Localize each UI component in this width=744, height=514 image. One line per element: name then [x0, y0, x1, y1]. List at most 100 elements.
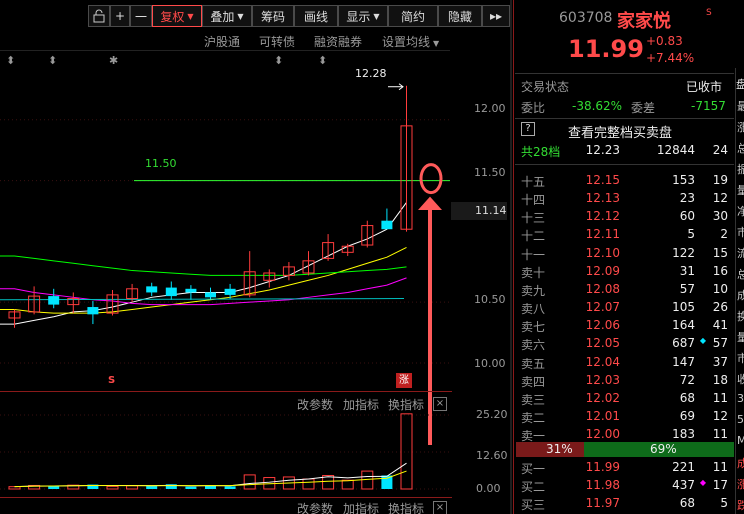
- bid-level-label: 买一: [521, 462, 546, 476]
- side-clip-item: 成: [737, 457, 744, 470]
- side-clip-item: 涨: [737, 121, 744, 134]
- ask-price: 12.05: [585, 336, 620, 351]
- candle-body: [48, 296, 60, 305]
- bid-row[interactable]: 买一 11.99 221 11: [519, 459, 732, 477]
- pane-divider[interactable]: [510, 0, 512, 514]
- ask-row[interactable]: 卖四 12.03 72 18: [519, 372, 732, 390]
- close-icon[interactable]: ×: [433, 501, 447, 514]
- ask-level-label: 十五: [521, 175, 546, 189]
- ratio-left-label: 31%: [546, 442, 573, 456]
- ask-level-label: 卖九: [521, 283, 546, 298]
- change-params-button[interactable]: 改参数: [297, 396, 333, 413]
- add-indicator-button[interactable]: 加指标: [343, 500, 379, 514]
- ask-row[interactable]: 十一 12.10 122 15: [519, 245, 732, 263]
- add-indicator-button[interactable]: 加指标: [343, 396, 379, 413]
- ask-row[interactable]: 卖八 12.07 105 26: [519, 299, 732, 317]
- side-clip-item: 总: [737, 142, 744, 155]
- ask-price: 12.03: [585, 372, 620, 387]
- volume-bar: [341, 479, 354, 490]
- ask-row[interactable]: 卖三 12.02 68 11: [519, 390, 732, 408]
- ask-level-label: 卖五: [521, 356, 546, 371]
- ma-line: [0, 247, 407, 314]
- divider: [0, 391, 452, 392]
- bid-marker-icon: ◆: [699, 478, 706, 488]
- ask-volume: 122: [672, 245, 695, 260]
- bid-volume: 437: [672, 478, 695, 493]
- change-params-button[interactable]: 改参数: [297, 500, 333, 514]
- bid-row[interactable]: 买二 11.98 437 ◆ 17: [519, 477, 732, 495]
- ask-price: 12.09: [585, 263, 620, 278]
- ask-volume: 183: [672, 427, 695, 442]
- side-clip-item: 量: [737, 184, 744, 197]
- ask-row[interactable]: 十五 12.15 153 19: [519, 172, 732, 190]
- last-price: 11.99: [568, 35, 644, 63]
- bid-count: 17: [712, 478, 728, 493]
- ask-price: 12.01: [585, 408, 620, 423]
- kline-chart[interactable]: [0, 0, 460, 514]
- s-marker[interactable]: S: [108, 375, 115, 386]
- depth-summary-row: 共28档 12.23 12844 24: [519, 142, 732, 160]
- ask-count: 19: [712, 173, 728, 187]
- side-clip-item: 跌: [737, 499, 744, 512]
- ask-row[interactable]: 十三 12.12 60 30: [519, 208, 732, 226]
- ask-level-label: 卖四: [521, 374, 546, 389]
- current-price-tag: 11.14: [451, 202, 507, 220]
- bid-row[interactable]: 买三 11.97 68 5: [519, 495, 732, 513]
- ask-count: 2: [720, 227, 728, 242]
- side-tab[interactable]: 盘: [736, 76, 744, 92]
- candle-body: [146, 286, 158, 293]
- ask-level-label: 卖八: [521, 302, 546, 317]
- side-clip-item: 总: [737, 268, 744, 281]
- side-clip-item: 成: [737, 289, 744, 302]
- help-icon[interactable]: ?: [521, 122, 535, 136]
- bid-count: 11: [712, 460, 728, 474]
- ask-row[interactable]: 卖五 12.04 147 37: [519, 354, 732, 372]
- ask-level-label: 十三: [521, 211, 546, 226]
- divider: [515, 118, 734, 119]
- ask-price: 12.07: [585, 300, 620, 315]
- ask-count: 11: [712, 390, 728, 405]
- ask-volume: 5: [687, 227, 695, 242]
- divider: [515, 73, 734, 74]
- ask-volume: 23: [679, 191, 695, 206]
- switch-indicator-button[interactable]: 换指标: [388, 500, 424, 514]
- ask-count: 12: [712, 191, 728, 206]
- full-depth-link[interactable]: 查看完整档买卖盘: [568, 122, 672, 141]
- volume-bar: [106, 485, 119, 490]
- price-change-pct: +7.44%: [646, 51, 695, 65]
- ratio-right-label: 69%: [650, 442, 677, 456]
- ask-row[interactable]: 十二 12.11 5 2: [519, 226, 732, 244]
- side-panel-clip[interactable]: 盘 最涨总振量净市流总成换量市收35M成涨跌: [735, 68, 744, 514]
- volume-ma-line: [14, 462, 407, 488]
- status-value: 已收市: [686, 80, 723, 94]
- ask-row[interactable]: 卖十 12.09 31 16: [519, 263, 732, 281]
- volume-axis-label: 0.00: [476, 482, 501, 495]
- ask-row[interactable]: 卖七 12.06 164 41: [519, 317, 732, 335]
- ask-price: 12.10: [585, 245, 620, 260]
- side-clip-item: 流: [737, 247, 744, 260]
- stock-badge: S: [706, 8, 712, 18]
- ask-count: 11: [712, 427, 728, 442]
- bid-volume: 221: [672, 460, 695, 474]
- limit-up-badge: 涨: [396, 373, 412, 388]
- ask-count: 41: [712, 318, 728, 333]
- ma-line: [0, 202, 407, 325]
- ask-row[interactable]: 卖六 12.05 687 ◆ 57: [519, 335, 732, 353]
- ask-row[interactable]: 卖九 12.08 57 10: [519, 281, 732, 299]
- ask-level-label: 卖三: [521, 392, 546, 407]
- volume-axis-label: 12.60: [476, 449, 508, 462]
- status-label: 交易状态: [521, 80, 570, 94]
- ask-row[interactable]: 卖二 12.01 69 12: [519, 408, 732, 426]
- ask-price: 12.15: [585, 173, 620, 187]
- ask-count: 16: [712, 263, 728, 278]
- close-icon[interactable]: ×: [433, 397, 447, 411]
- ask-row[interactable]: 十四 12.13 23 12: [519, 190, 732, 208]
- switch-indicator-button[interactable]: 换指标: [388, 396, 424, 413]
- candle-body: [205, 292, 216, 298]
- ask-count: 18: [712, 372, 728, 387]
- side-clip-item: 净: [737, 205, 744, 218]
- candle-body: [165, 287, 177, 297]
- ask-level-label: 卖七: [521, 320, 546, 335]
- expand-icon[interactable]: ▸▸: [482, 5, 510, 27]
- ma-line: [0, 298, 405, 301]
